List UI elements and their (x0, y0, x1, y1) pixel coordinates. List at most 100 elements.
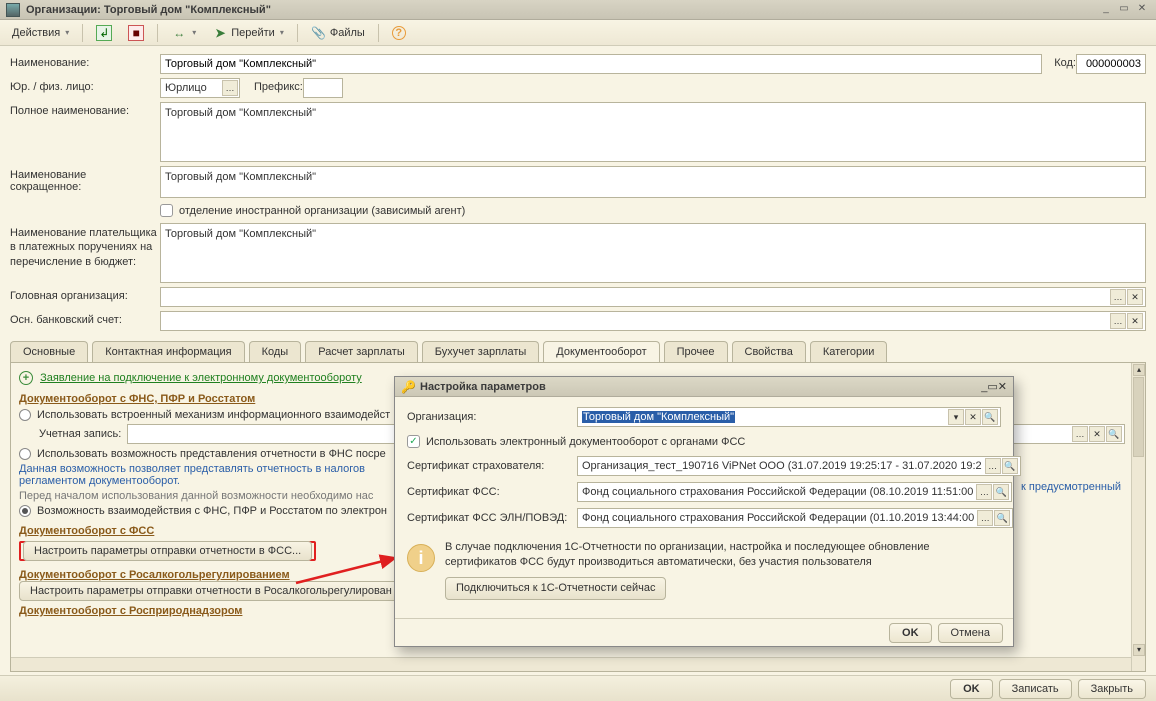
clear-button[interactable]: ✕ (1127, 289, 1143, 305)
tabs-strip: Основные Контактная информация Коды Расч… (10, 341, 1146, 362)
fullname-input[interactable]: Торговый дом "Комплексный" (160, 102, 1146, 162)
tab-categories[interactable]: Категории (810, 341, 888, 362)
save-and-close-button[interactable]: ↲ (90, 23, 118, 43)
dialog-cancel-button[interactable]: Отмена (938, 623, 1003, 643)
info-icon: i (407, 544, 435, 572)
scroll-thumb[interactable] (1133, 377, 1144, 457)
hint-text-1: Данная возможность позволяет представлят… (19, 463, 365, 475)
application-link[interactable]: Заявление на подключение к электронному … (40, 372, 362, 384)
vertical-scrollbar[interactable]: ▴ ▾ (1131, 363, 1145, 671)
spacer (10, 202, 160, 205)
cert3-label: Сертификат ФСС ЭЛН/ПОВЭД: (407, 512, 577, 524)
code-input[interactable] (1076, 54, 1146, 74)
tab-main[interactable]: Основные (10, 341, 88, 362)
goto-menu[interactable]: ➤ Перейти ▾ (206, 23, 290, 43)
cert3-input[interactable]: Фонд социального страхования Российской … (577, 508, 1013, 528)
tab-contacts[interactable]: Контактная информация (92, 341, 244, 362)
legal-select[interactable]: Юрлицо … (160, 78, 240, 98)
app-icon (6, 3, 20, 17)
select-open-button[interactable]: … (222, 80, 238, 96)
dlg-org-input[interactable]: Торговый дом "Комплексный" ▾ ✕ 🔍 (577, 407, 1001, 427)
account-input[interactable] (127, 424, 407, 444)
scroll-down-button[interactable]: ▾ (1133, 644, 1145, 656)
payer-label: Наименование плательщика в платежных пор… (10, 223, 160, 269)
dlg-org-value: Торговый дом "Комплексный" (582, 411, 735, 423)
radio-via-service-label: Использовать возможность представления о… (37, 448, 386, 460)
tab-properties[interactable]: Свойства (732, 341, 806, 362)
search-button[interactable]: 🔍 (1002, 458, 1018, 474)
select-button[interactable]: … (1110, 289, 1126, 305)
dropdown-button[interactable]: ▾ (948, 409, 964, 425)
dialog-ok-button[interactable]: OK (889, 623, 932, 643)
configure-fss-button[interactable]: Настроить параметры отправки отчетности … (23, 541, 312, 561)
shortname-input[interactable]: Торговый дом "Комплексный" (160, 166, 1146, 198)
connect-1c-button[interactable]: Подключиться к 1С-Отчетности сейчас (445, 577, 666, 600)
separator (378, 24, 379, 42)
cert2-label: Сертификат ФСС: (407, 486, 577, 498)
radio-interaction[interactable] (19, 505, 31, 517)
cert3-value: Фонд социального страхования Российской … (580, 512, 976, 524)
search-button[interactable]: 🔍 (1106, 426, 1122, 442)
main-write-button[interactable]: Записать (999, 679, 1072, 699)
code-label: Код: (1054, 54, 1076, 69)
tab-other[interactable]: Прочее (664, 341, 728, 362)
head-org-input[interactable]: … ✕ (160, 287, 1146, 307)
main-ok-button[interactable]: OK (950, 679, 993, 699)
refresh-button[interactable]: ↔▾ (165, 23, 202, 43)
select-button[interactable]: … (977, 510, 993, 526)
payer-input[interactable]: Торговый дом "Комплексный" (160, 223, 1146, 283)
clear-button[interactable]: ✕ (965, 409, 981, 425)
select-button[interactable]: … (976, 484, 992, 500)
goto-label: Перейти (231, 27, 275, 39)
horizontal-scrollbar[interactable] (11, 657, 1131, 671)
partial-text: к предусмотренный (1021, 481, 1146, 493)
clear-button[interactable]: ✕ (1127, 313, 1143, 329)
save-button[interactable]: ■ (122, 23, 150, 43)
tab-payroll[interactable]: Расчет зарплаты (305, 341, 418, 362)
dialog-close-button[interactable]: ✕ (998, 380, 1007, 393)
select-button[interactable]: … (1110, 313, 1126, 329)
legal-label: Юр. / физ. лицо: (10, 78, 160, 93)
tab-docflow[interactable]: Документооборот (543, 341, 659, 362)
search-button[interactable]: 🔍 (993, 484, 1009, 500)
actions-menu[interactable]: Действия ▾ (6, 23, 75, 43)
configure-alco-button[interactable]: Настроить параметры отправки отчетности … (19, 581, 403, 601)
select-button[interactable]: … (985, 458, 1001, 474)
dialog-title: Настройка параметров (420, 381, 981, 393)
foreign-branch-checkbox[interactable] (160, 204, 173, 217)
prefix-input[interactable] (303, 78, 343, 98)
search-button[interactable]: 🔍 (994, 510, 1010, 526)
select-button[interactable]: … (1072, 426, 1088, 442)
key-icon: 🔑 (401, 380, 415, 394)
chevron-down-icon: ▾ (65, 28, 69, 37)
hint-text-2: регламентом документооборот. (19, 475, 180, 487)
cert1-value: Организация_тест_190716 ViPNet ООО (31.0… (580, 460, 984, 472)
use-edo-checkbox[interactable]: ✓ (407, 435, 420, 448)
prefix-label: Префикс: (254, 78, 303, 93)
dialog-maximize-button[interactable]: ▭ (987, 380, 997, 393)
legal-value: Юрлицо (165, 82, 207, 94)
search-button[interactable]: 🔍 (982, 409, 998, 425)
radio-builtin[interactable] (19, 409, 31, 421)
name-label: Наименование: (10, 54, 160, 69)
name-input[interactable] (160, 54, 1042, 74)
bank-account-input[interactable]: … ✕ (160, 311, 1146, 331)
highlight-fss: Настроить параметры отправки отчетности … (19, 541, 316, 561)
scroll-up-button[interactable]: ▴ (1133, 364, 1145, 376)
close-button[interactable]: ✕ (1134, 3, 1150, 17)
main-close-button[interactable]: Закрыть (1078, 679, 1146, 699)
help-button[interactable]: ? (386, 23, 412, 43)
cert2-input[interactable]: Фонд социального страхования Российской … (577, 482, 1012, 502)
clear-button[interactable]: ✕ (1089, 426, 1105, 442)
minimize-button[interactable]: _ (1098, 3, 1114, 17)
radio-via-service[interactable] (19, 448, 31, 460)
cert1-input[interactable]: Организация_тест_190716 ViPNet ООО (31.0… (577, 456, 1021, 476)
tab-codes[interactable]: Коды (249, 341, 302, 362)
tab-payroll-acc[interactable]: Бухучет зарплаты (422, 341, 540, 362)
restore-button[interactable]: ▭ (1116, 3, 1132, 17)
goto-icon: ➤ (212, 25, 228, 41)
hint-text-3: Перед началом использования данной возмо… (19, 490, 373, 502)
head-org-label: Головная организация: (10, 287, 160, 302)
files-button[interactable]: 📎 Файлы (305, 23, 371, 43)
bottom-bar: OK Записать Закрыть (0, 675, 1156, 701)
